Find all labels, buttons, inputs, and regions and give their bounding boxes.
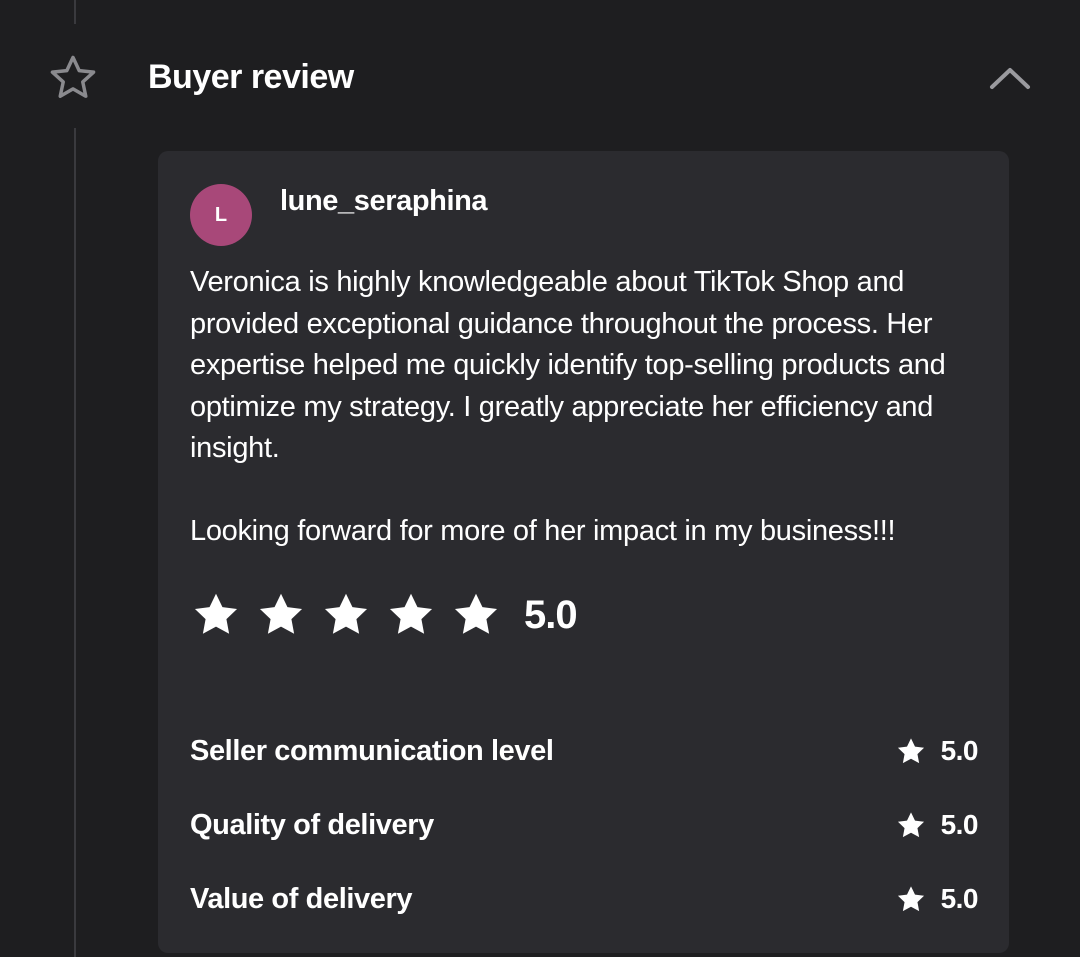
review-card: L lune_seraphina Veronica is highly know… <box>158 151 1009 953</box>
section-title: Buyer review <box>148 58 354 96</box>
star-filled-icon <box>897 811 924 837</box>
star-filled-icon <box>194 593 238 634</box>
rating-label: Quality of delivery <box>190 808 434 841</box>
rating-value-group: 5.0 <box>895 735 979 767</box>
chevron-up-icon[interactable] <box>988 62 1032 92</box>
star-filled-icon <box>897 737 924 763</box>
rating-value-group: 5.0 <box>895 883 979 915</box>
rating-row-communication: Seller communication level 5.0 <box>190 731 979 771</box>
rating-row-quality: Quality of delivery 5.0 <box>190 805 979 845</box>
rating-value: 5.0 <box>940 809 979 840</box>
star-filled-icon <box>389 593 433 634</box>
rating-label: Value of delivery <box>190 882 413 915</box>
star-outline-icon <box>50 55 96 98</box>
avatar: L <box>190 184 252 246</box>
reviewer-username: lune_seraphina <box>280 185 488 217</box>
timeline-line-top <box>74 0 76 24</box>
review-text: Veronica is highly knowledgeable about T… <box>190 262 990 553</box>
timeline-line <box>74 128 76 957</box>
rating-label: Seller communication level <box>190 734 554 767</box>
rating-value: 5.0 <box>940 883 979 914</box>
overall-score: 5.0 <box>524 592 578 637</box>
star-filled-icon <box>454 593 498 634</box>
review-paragraph: Looking forward for more of her impact i… <box>190 515 896 547</box>
star-filled-icon <box>324 593 368 634</box>
overall-rating: 5.0 <box>190 588 578 642</box>
rating-value: 5.0 <box>940 735 979 766</box>
review-paragraph: Veronica is highly knowledgeable about T… <box>190 266 946 464</box>
rating-row-value: Value of delivery 5.0 <box>190 879 979 919</box>
rating-value-group: 5.0 <box>895 809 979 841</box>
star-filled-icon <box>897 885 924 911</box>
star-filled-icon <box>259 593 303 634</box>
